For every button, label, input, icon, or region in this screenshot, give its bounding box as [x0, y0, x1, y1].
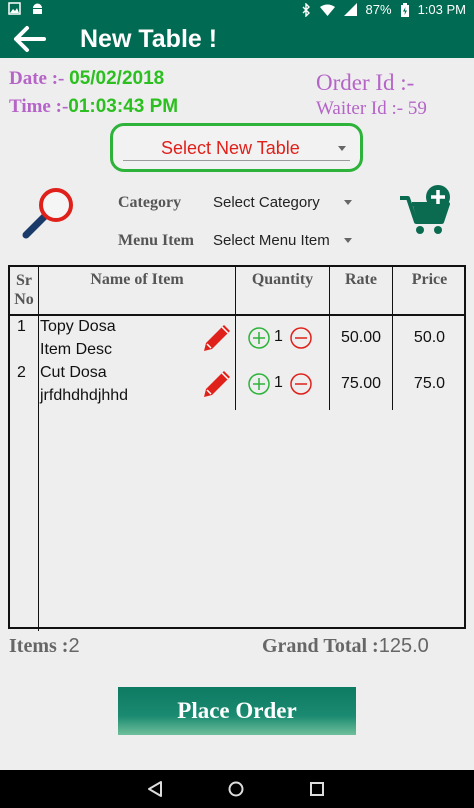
- waiter-id: Waiter Id :- 59: [316, 98, 427, 119]
- header-name: Name of Item: [90, 271, 184, 288]
- app-bar: New Table !: [0, 20, 474, 58]
- system-nav-bar: [0, 770, 474, 808]
- header-divider: [10, 314, 464, 316]
- dropdown-underline: [123, 160, 350, 161]
- table-select-dropdown[interactable]: Select New Table: [110, 123, 363, 172]
- header-sr: Sr No: [10, 271, 38, 309]
- row-2-item-desc: jrfdhdhdjhhd: [40, 387, 129, 404]
- row-1-rate: 50.00: [340, 329, 382, 346]
- row-1-item-desc: Item Desc: [40, 341, 113, 358]
- row-2-quantity: 1: [274, 374, 283, 391]
- time-label: Time :-: [9, 96, 69, 117]
- row-1-sr: 1: [17, 318, 26, 335]
- date-line: Date :- 05/02/2018: [9, 68, 164, 90]
- items-value: 2: [68, 635, 80, 657]
- back-arrow-icon[interactable]: [12, 25, 48, 53]
- row-2-rate: 75.00: [340, 375, 382, 392]
- increase-quantity-icon[interactable]: [248, 373, 270, 395]
- menu-item-label: Menu Item: [118, 232, 194, 249]
- status-bar: 87% 1:03 PM: [0, 0, 474, 20]
- grand-total-value: 125.0: [378, 635, 429, 657]
- decrease-quantity-icon[interactable]: [290, 327, 312, 349]
- date-value: 05/02/2018: [69, 68, 165, 89]
- android-icon: [33, 3, 42, 14]
- category-dropdown[interactable]: Select Category: [213, 194, 320, 211]
- row-1-quantity: 1: [274, 328, 283, 345]
- wifi-icon: [319, 4, 335, 16]
- items-count: Items :2: [9, 635, 80, 658]
- battery-percent: 87%: [365, 2, 392, 17]
- battery-charging-icon: [400, 2, 409, 17]
- header-quantity: Quantity: [251, 271, 314, 288]
- row-2-sr: 2: [17, 364, 26, 381]
- image-icon: [8, 2, 21, 15]
- order-id: Order Id :-: [316, 70, 415, 95]
- chevron-down-icon: [344, 238, 352, 243]
- header-no-text: No: [14, 291, 34, 308]
- time-line: Time :-01:03:43 PM: [9, 96, 178, 118]
- status-time: 1:03 PM: [417, 2, 466, 17]
- grand-total: Grand Total :125.0: [262, 635, 429, 658]
- nav-home-icon[interactable]: [227, 780, 245, 798]
- decrease-quantity-icon[interactable]: [290, 373, 312, 395]
- grand-total-label: Grand Total :: [262, 635, 379, 657]
- menu-item-dropdown[interactable]: Select Menu Item: [213, 232, 330, 249]
- increase-quantity-icon[interactable]: [248, 327, 270, 349]
- add-to-cart-icon[interactable]: [398, 182, 454, 238]
- time-value: 01:03:43 PM: [68, 96, 179, 117]
- table-select-value: Select New Table: [161, 138, 300, 158]
- row-2-price: 75.0: [413, 375, 446, 392]
- bluetooth-icon: [302, 2, 310, 17]
- header-price: Price: [411, 271, 448, 288]
- column-divider: [38, 267, 39, 631]
- row-2-item-name: Cut Dosa: [40, 364, 107, 381]
- row-1-price: 50.0: [413, 329, 446, 346]
- chevron-down-icon: [338, 146, 346, 151]
- page-title: New Table !: [80, 25, 218, 53]
- order-items-table: Sr No Name of Item Quantity Rate Price 1…: [8, 265, 466, 631]
- signal-icon: [343, 3, 357, 16]
- edit-pencil-icon[interactable]: [200, 321, 234, 355]
- date-label: Date :-: [9, 68, 70, 89]
- chevron-down-icon: [344, 200, 352, 205]
- search-icon[interactable]: [20, 185, 76, 241]
- row-1-item-name: Topy Dosa: [40, 318, 116, 335]
- nav-recents-icon[interactable]: [308, 780, 326, 798]
- header-sr-text: Sr: [16, 272, 32, 289]
- place-order-button[interactable]: Place Order: [118, 687, 356, 735]
- items-label: Items :: [9, 635, 69, 657]
- header-rate: Rate: [345, 271, 377, 288]
- category-label: Category: [118, 194, 182, 211]
- edit-pencil-icon[interactable]: [200, 367, 234, 401]
- nav-back-icon[interactable]: [146, 780, 164, 798]
